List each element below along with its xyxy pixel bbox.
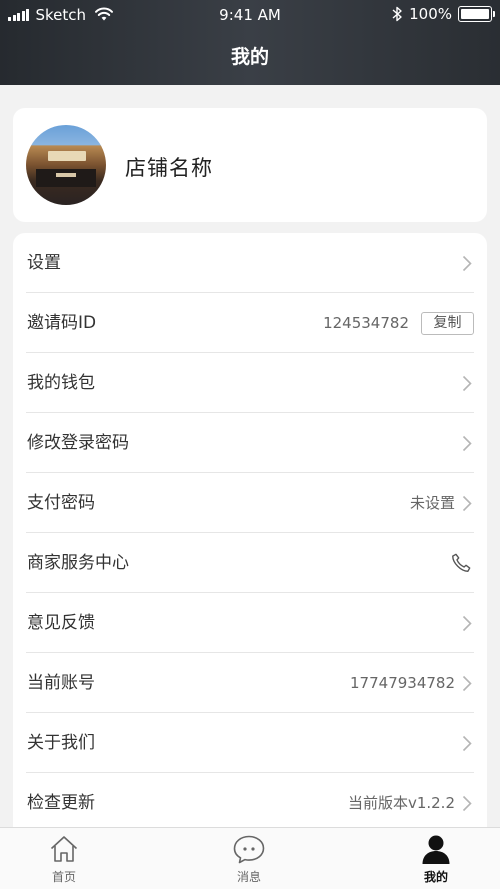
- tab-mine[interactable]: 我的: [386, 828, 486, 889]
- menu-item-about-us[interactable]: 关于我们: [13, 713, 487, 773]
- menu-item-change-login-password[interactable]: 修改登录密码: [13, 413, 487, 473]
- menu-item-label: 商家服务中心: [27, 553, 129, 573]
- home-icon: [50, 836, 78, 862]
- chevron-right-icon: [462, 255, 472, 272]
- chevron-right-icon: [462, 375, 472, 392]
- chevron-right-icon: [462, 795, 472, 812]
- menu-item-label: 支付密码: [27, 493, 95, 513]
- avatar[interactable]: [26, 125, 106, 205]
- bluetooth-icon: [392, 6, 402, 22]
- tab-messages[interactable]: 消息: [199, 828, 299, 889]
- menu-item-invite-code: 邀请码ID 124534782 复制: [13, 293, 487, 353]
- battery-percent: 100%: [409, 5, 452, 23]
- tab-bar: 首页 消息 我的: [0, 827, 500, 889]
- battery-icon: [458, 6, 495, 22]
- menu-item-label: 邀请码ID: [27, 313, 97, 333]
- version-value: 当前版本v1.2.2: [347, 794, 455, 812]
- menu-item-label: 意见反馈: [27, 613, 95, 633]
- status-bar: Sketch 9:41 AM 100%: [0, 0, 500, 30]
- menu-item-check-update[interactable]: 检查更新 当前版本v1.2.2: [13, 773, 487, 833]
- header: Sketch 9:41 AM 100% 我的: [0, 0, 500, 85]
- chevron-right-icon: [462, 495, 472, 512]
- menu-item-merchant-service[interactable]: 商家服务中心: [13, 533, 487, 593]
- phone-icon[interactable]: [450, 552, 472, 574]
- tab-label: 消息: [236, 870, 261, 884]
- profile-card[interactable]: 店铺名称: [13, 108, 487, 222]
- copy-button[interactable]: 复制: [421, 312, 474, 335]
- page-title: 我的: [230, 46, 269, 68]
- tab-home[interactable]: 首页: [14, 828, 114, 889]
- current-account-value: 17747934782: [350, 674, 455, 692]
- menu-item-label: 检查更新: [27, 793, 95, 813]
- menu-item-label: 设置: [27, 253, 61, 273]
- message-icon: [233, 835, 265, 864]
- chevron-right-icon: [462, 615, 472, 632]
- menu-list: 设置 邀请码ID 124534782 复制 我的钱包 修改登录密码 支付密码 未…: [13, 233, 487, 853]
- tab-label: 我的: [423, 870, 448, 884]
- chevron-right-icon: [462, 735, 472, 752]
- status-right: 100%: [391, 5, 495, 23]
- battery-fill: [461, 9, 489, 19]
- invite-code-value: 124534782: [323, 314, 409, 332]
- shop-name: 店铺名称: [125, 156, 213, 180]
- menu-item-settings[interactable]: 设置: [13, 233, 487, 293]
- menu-item-payment-password[interactable]: 支付密码 未设置: [13, 473, 487, 533]
- menu-item-feedback[interactable]: 意见反馈: [13, 593, 487, 653]
- payment-password-status: 未设置: [409, 494, 455, 512]
- menu-item-label: 关于我们: [27, 733, 95, 753]
- chevron-right-icon: [462, 675, 472, 692]
- menu-item-current-account[interactable]: 当前账号 17747934782: [13, 653, 487, 713]
- menu-item-label: 修改登录密码: [27, 433, 129, 453]
- menu-item-label: 当前账号: [27, 673, 95, 693]
- tab-label: 首页: [51, 870, 76, 884]
- user-icon: [422, 835, 450, 864]
- menu-item-label: 我的钱包: [27, 373, 95, 393]
- chevron-right-icon: [462, 435, 472, 452]
- menu-item-wallet[interactable]: 我的钱包: [13, 353, 487, 413]
